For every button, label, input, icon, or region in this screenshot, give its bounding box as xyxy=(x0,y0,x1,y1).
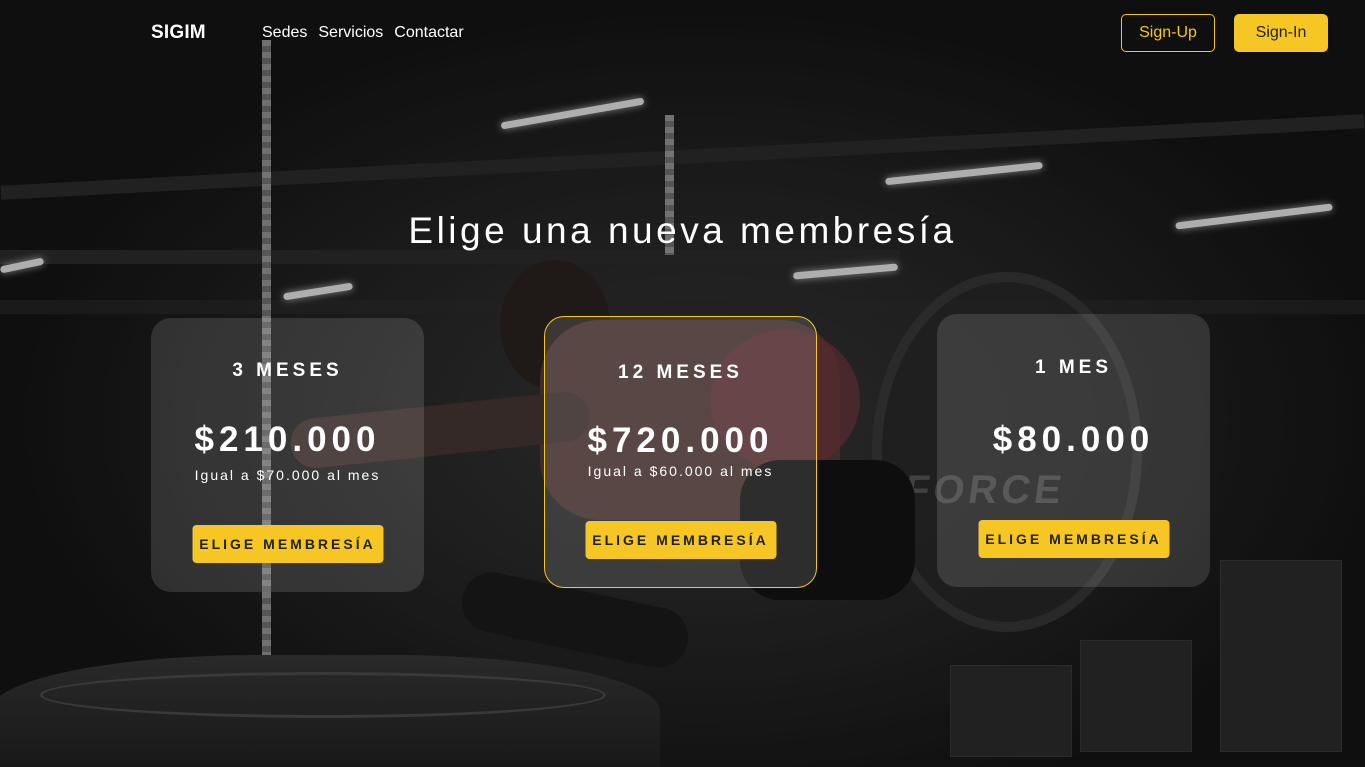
signin-button[interactable]: Sign-In xyxy=(1234,14,1328,52)
plan-card-12-months: 12 MESES $720.000 Igual a $60.000 al mes… xyxy=(544,316,817,588)
brand-logo[interactable]: SIGIM xyxy=(151,22,206,44)
plan-card-3-months: 3 MESES $210.000 Igual a $70.000 al mes … xyxy=(151,318,424,592)
main-nav: Sedes Servicios Contactar xyxy=(262,24,464,42)
plan-card-1-month: 1 MES $80.000 ELIGE MEMBRESÍA xyxy=(937,314,1210,587)
signup-button[interactable]: Sign-Up xyxy=(1121,14,1215,52)
plan-note: Igual a $70.000 al mes xyxy=(194,467,381,483)
plan-price: $720.000 xyxy=(587,421,774,460)
choose-plan-button[interactable]: ELIGE MEMBRESÍA xyxy=(192,525,383,563)
nav-link-servicios[interactable]: Servicios xyxy=(318,24,383,42)
plan-price: $210.000 xyxy=(194,420,381,459)
page-title: Elige una nueva membresía xyxy=(408,210,957,251)
choose-plan-button[interactable]: ELIGE MEMBRESÍA xyxy=(585,521,776,559)
plan-title: 3 MESES xyxy=(232,360,343,381)
plan-price: $80.000 xyxy=(992,420,1155,459)
nav-link-sedes[interactable]: Sedes xyxy=(262,24,307,42)
nav-link-contactar[interactable]: Contactar xyxy=(394,24,463,42)
plan-title: 1 MES xyxy=(1034,357,1113,378)
choose-plan-button[interactable]: ELIGE MEMBRESÍA xyxy=(978,520,1169,558)
plan-title: 12 MESES xyxy=(618,362,743,383)
plan-note: Igual a $60.000 al mes xyxy=(587,463,774,479)
